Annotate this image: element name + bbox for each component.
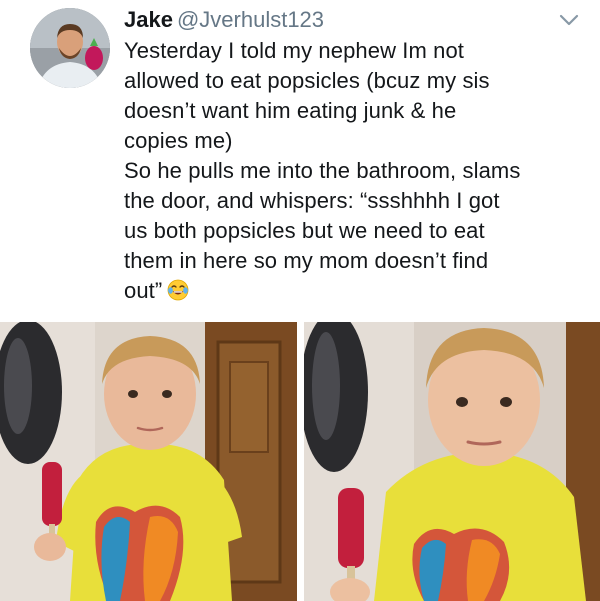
tweet-text-line: allowed to eat popsicles (bcuz my sis: [124, 68, 490, 93]
display-name[interactable]: Jake: [124, 7, 173, 32]
photo-boy-with-popsicle[interactable]: [0, 322, 297, 601]
tweet-text-line: copies me): [124, 128, 233, 153]
tweet-text-line: them in here so my mom doesn’t find: [124, 248, 489, 273]
tweet-text-line: So he pulls me into the bathroom, slams: [124, 158, 521, 183]
avatar[interactable]: [30, 8, 110, 88]
tweet-text-line: the door, and whispers: “ssshhhh I got: [124, 188, 500, 213]
tweet-text-line: Yesterday I told my nephew Im not: [124, 38, 465, 63]
tweet-media: [0, 322, 600, 601]
tweet-text-line: doesn’t want him eating junk & he: [124, 98, 457, 123]
tweet-text: Yesterday I told my nephew Im not allowe…: [124, 36, 594, 306]
tweet-text-line: out”: [124, 278, 163, 303]
photo-boy-with-popsicle-closeup[interactable]: [304, 322, 600, 601]
tweet-text-last-line: out”: [124, 276, 594, 306]
tweet-header: Jake @Jverhulst123: [124, 7, 324, 33]
tweet-card: Jake @Jverhulst123 Yesterday I told my ne…: [0, 0, 600, 601]
user-handle[interactable]: @Jverhulst123: [177, 7, 324, 32]
profile-avatar-icon: [30, 8, 110, 88]
chevron-down-icon[interactable]: [556, 10, 582, 30]
tears-of-joy-emoji-icon: [166, 278, 190, 302]
tweet-text-line: us both popsicles but we need to eat: [124, 218, 485, 243]
